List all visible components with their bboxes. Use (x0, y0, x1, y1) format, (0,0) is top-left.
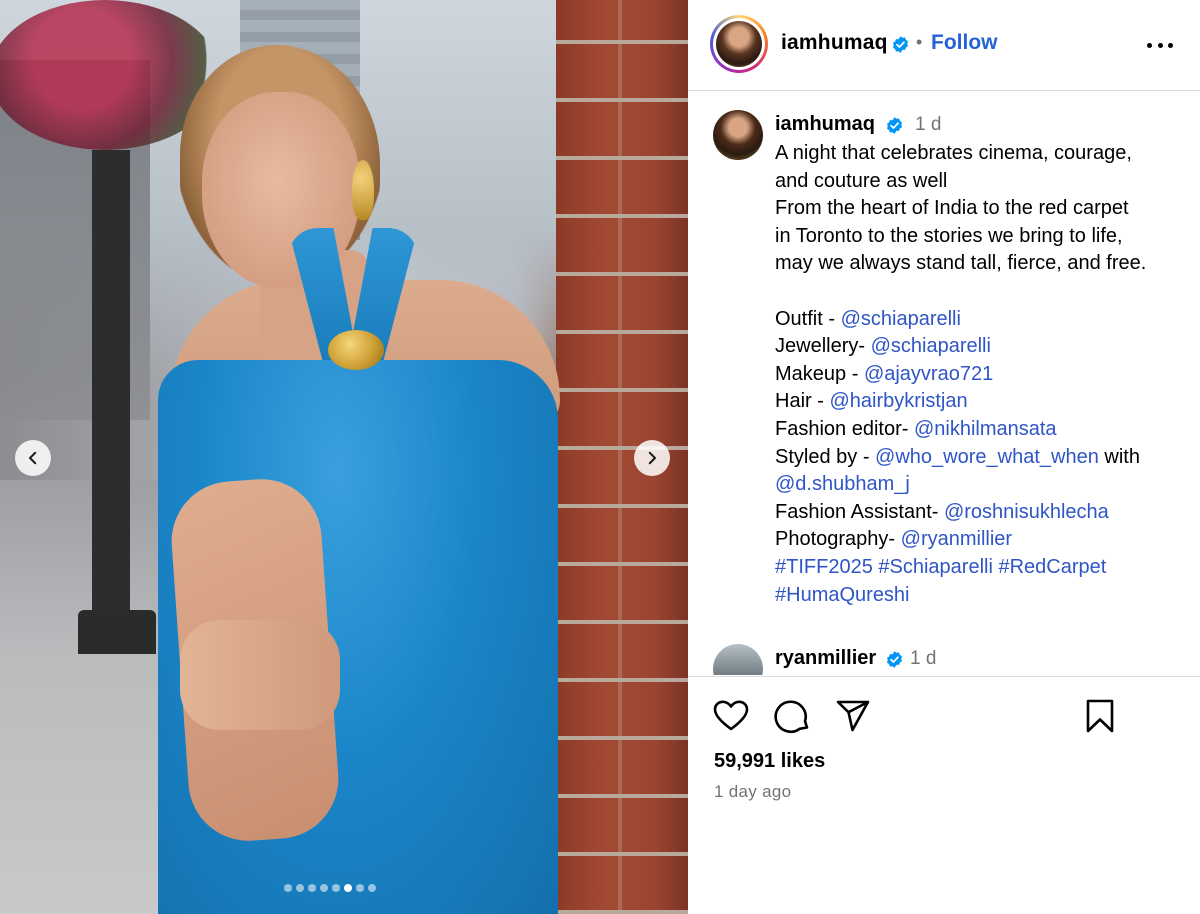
mention-link[interactable]: @roshnisukhlecha (944, 501, 1109, 523)
carousel-indicator (284, 884, 376, 892)
caption-line: @d.shubham_j (775, 471, 1185, 499)
caption-line: Makeup - @ajayvrao721 (775, 361, 1185, 389)
author-username[interactable]: iamhumaq (781, 31, 888, 55)
bookmark-icon (1086, 699, 1114, 733)
hashtag-link[interactable]: #Schiaparelli (878, 556, 993, 578)
caption-text: Fashion editor- (775, 417, 914, 440)
comments-scroll-area[interactable]: iamhumaq 1 d A night that celebrates cin… (688, 92, 1200, 675)
caption-line: Hair - @hairbykristjan (775, 388, 1185, 416)
photo-lamp-pole (92, 150, 130, 620)
mention-link[interactable]: @hairbykristjan (829, 390, 967, 412)
caption-text: Photography- (775, 528, 901, 551)
chevron-right-icon (648, 451, 656, 465)
likes-count[interactable]: 59,991 likes (714, 750, 825, 773)
mention-link[interactable]: @who_wore_what_when (875, 446, 1099, 468)
caption-author-avatar[interactable] (713, 110, 763, 160)
comment-bubble-icon (774, 700, 809, 734)
verified-badge-icon (886, 651, 903, 668)
caption-line: and couture as well (775, 168, 1185, 196)
photo-lamp-pole-base (78, 610, 156, 654)
caption-line: Jewellery- @schiaparelli (775, 333, 1185, 361)
header-separator: • (916, 32, 923, 52)
caption-author-username[interactable]: iamhumaq (775, 113, 875, 136)
carousel-dot (308, 884, 316, 892)
more-horizontal-icon (1147, 42, 1152, 48)
comment-button[interactable] (774, 697, 812, 735)
caption-text: may we always stand tall, fierce, and fr… (775, 252, 1147, 275)
photo-subject-gold-clasp (328, 330, 384, 370)
caption-line: From the heart of India to the red carpe… (775, 195, 1185, 223)
carousel-dot-active (344, 884, 352, 892)
post-header: iamhumaq • Follow (688, 0, 1200, 91)
hashtag-link[interactable]: #HumaQureshi (775, 584, 910, 606)
more-options-button[interactable] (1147, 30, 1173, 60)
follow-button[interactable]: Follow (931, 31, 998, 55)
author-avatar[interactable] (710, 15, 768, 73)
caption-line: A night that celebrates cinema, courage, (775, 140, 1185, 168)
caption-text: A night that celebrates cinema, courage, (775, 142, 1132, 164)
comment-author-username[interactable]: ryanmillier (775, 647, 876, 670)
chevron-left-icon (29, 451, 37, 465)
carousel-prev-button[interactable] (15, 440, 51, 476)
carousel-dot (284, 884, 292, 892)
caption-text: From the heart of India to the red carpe… (775, 197, 1129, 220)
caption-timestamp[interactable]: 1 d (915, 114, 941, 136)
hashtag-link[interactable]: #TIFF2025 (775, 556, 873, 578)
hashtag-link[interactable]: #RedCarpet (998, 556, 1106, 578)
comment-author-avatar[interactable] (713, 644, 763, 675)
save-button[interactable] (1081, 697, 1119, 735)
caption-line (775, 278, 1185, 306)
actions-divider (688, 676, 1200, 677)
post-date[interactable]: 1 day ago (714, 782, 791, 802)
carousel-dot (320, 884, 328, 892)
author-avatar-image (716, 21, 762, 67)
caption-text: and couture as well (775, 169, 948, 192)
caption-text: Outfit - (775, 307, 841, 330)
carousel-next-button[interactable] (634, 440, 670, 476)
mention-link[interactable]: @ajayvrao721 (864, 363, 993, 385)
carousel-dot (368, 884, 376, 892)
mention-link[interactable]: @nikhilmansata (914, 418, 1057, 440)
caption-text: Jewellery- (775, 335, 871, 358)
mention-link[interactable]: @ryanmillier (901, 528, 1012, 550)
caption-text: Makeup - (775, 362, 864, 385)
carousel-dot (296, 884, 304, 892)
caption-text: Fashion Assistant- (775, 500, 944, 523)
photo-brick-mortar (618, 0, 622, 914)
paper-plane-icon (836, 700, 870, 732)
caption-line: in Toronto to the stories we bring to li… (775, 223, 1185, 251)
photo-subject-earring (352, 160, 374, 220)
photo-subject-hands (180, 620, 340, 730)
caption-text: in Toronto to the stories we bring to li… (775, 224, 1123, 247)
carousel-dot (356, 884, 364, 892)
like-button[interactable] (712, 697, 750, 735)
comment-timestamp[interactable]: 1 d (910, 648, 936, 670)
mention-link[interactable]: @schiaparelli (841, 308, 961, 330)
caption-line: Fashion Assistant- @roshnisukhlecha (775, 499, 1185, 527)
caption-line: Fashion editor- @nikhilmansata (775, 416, 1185, 444)
caption-line: may we always stand tall, fierce, and fr… (775, 250, 1185, 278)
mention-link[interactable]: @d.shubham_j (775, 473, 910, 495)
caption-text: Hair - (775, 390, 830, 413)
post-caption: A night that celebrates cinema, courage,… (775, 140, 1185, 609)
caption-text: Styled by - (775, 445, 876, 468)
carousel-dot (332, 884, 340, 892)
heart-icon (713, 700, 749, 731)
caption-line: #HumaQureshi (775, 582, 1185, 610)
caption-line: Photography- @ryanmillier (775, 526, 1185, 554)
verified-badge-icon (886, 117, 903, 134)
caption-line: Styled by - @who_wore_what_when with (775, 444, 1185, 472)
caption-line: Outfit - @schiaparelli (775, 306, 1185, 334)
mention-link[interactable]: @schiaparelli (871, 335, 991, 357)
post-side-panel: iamhumaq • Follow iamhumaq 1 d A night t… (688, 0, 1200, 914)
post-photo[interactable] (0, 0, 688, 914)
share-button[interactable] (834, 697, 872, 735)
caption-line: #TIFF2025 #Schiaparelli #RedCarpet (775, 554, 1185, 582)
verified-badge-icon (892, 36, 909, 53)
caption-text: with (1098, 445, 1140, 468)
